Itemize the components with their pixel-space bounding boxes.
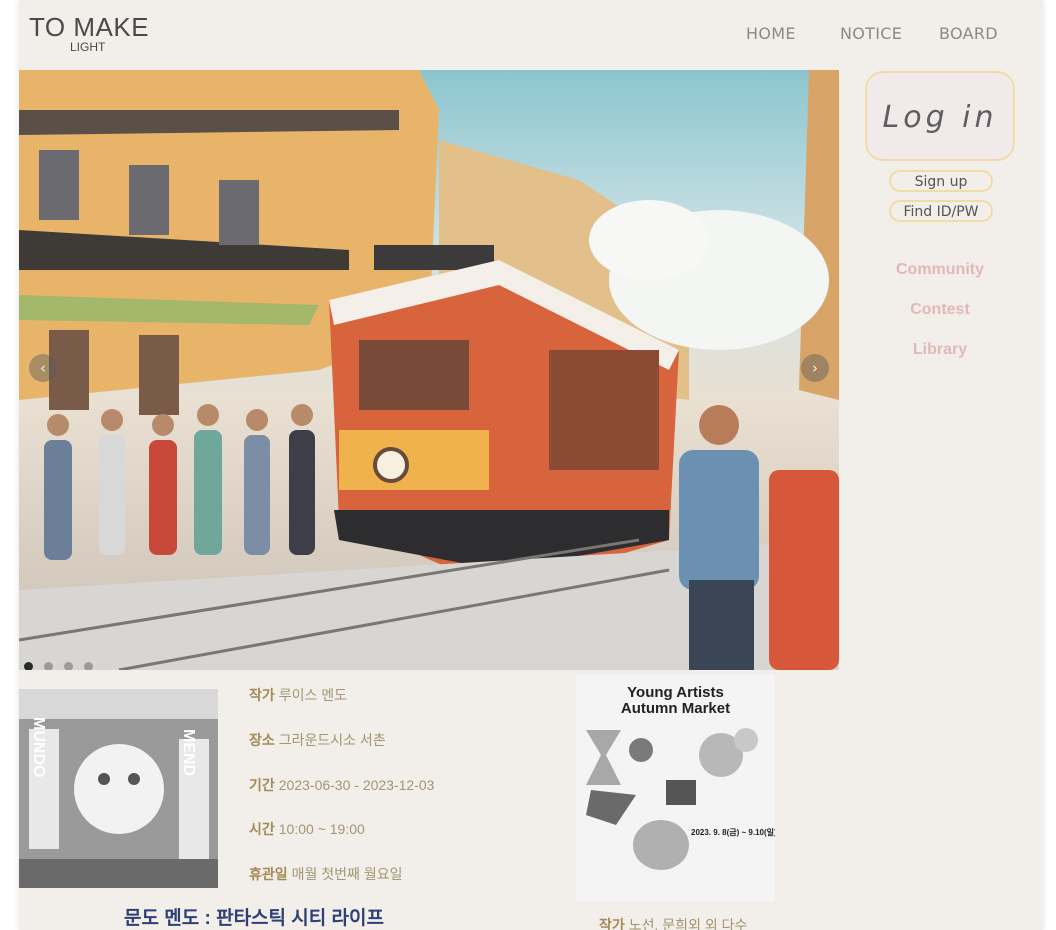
info-value: 2023-06-30 - 2023-12-03 bbox=[278, 777, 435, 793]
chevron-right-icon: › bbox=[812, 359, 818, 377]
exhibition1-artist: 작가 루이스 멘도 bbox=[249, 685, 347, 705]
side-link-library[interactable]: Library bbox=[865, 341, 1015, 359]
info-value: 그라운드시소 서촌 bbox=[278, 732, 386, 748]
find-id-pw-button[interactable]: Find ID/PW bbox=[889, 200, 993, 222]
carousel-dot[interactable] bbox=[84, 662, 93, 670]
poster-shapes bbox=[586, 728, 758, 870]
carousel-dot[interactable] bbox=[64, 662, 73, 670]
carousel-indicators bbox=[24, 658, 104, 670]
exhibition1-venue: 장소 그라운드시소 서촌 bbox=[249, 730, 386, 750]
info-value: 매월 첫번째 월요일 bbox=[291, 866, 403, 882]
poster-text-left: MUNDO bbox=[30, 717, 47, 778]
nav-home[interactable]: HOME bbox=[746, 24, 796, 43]
poster-art bbox=[19, 689, 218, 888]
page: TO MAKE LIGHT HOME NOTICE BOARD ‹ › Log … bbox=[19, 0, 1043, 930]
exhibition1-period: 기간 2023-06-30 - 2023-12-03 bbox=[249, 775, 434, 795]
hero-carousel[interactable]: ‹ › bbox=[19, 70, 839, 670]
info-label: 장소 bbox=[249, 732, 275, 748]
carousel-next-button[interactable]: › bbox=[801, 354, 829, 382]
info-value: 노선, 문희외 외 다수 bbox=[628, 917, 748, 930]
nav-notice[interactable]: NOTICE bbox=[840, 24, 902, 43]
exhibition1-hours: 시간 10:00 ~ 19:00 bbox=[249, 819, 365, 839]
hero-image bbox=[19, 70, 839, 670]
poster-text-right: MEND bbox=[180, 729, 197, 777]
carousel-dot[interactable] bbox=[24, 662, 33, 670]
carousel-prev-button[interactable]: ‹ bbox=[29, 354, 57, 382]
exhibition-poster-young-artists[interactable]: Young Artists Autumn Market 2023. 9. 8(금… bbox=[576, 675, 775, 901]
exhibition2-artist: 작가 노선, 문희외 외 다수 bbox=[599, 915, 747, 930]
info-value: 10:00 ~ 19:00 bbox=[278, 821, 365, 837]
chevron-left-icon: ‹ bbox=[40, 359, 46, 377]
info-label: 작가 bbox=[599, 917, 625, 930]
info-label: 시간 bbox=[249, 821, 275, 837]
exhibition1-title[interactable]: 문도 멘도 : 판타스틱 시티 라이프 bbox=[124, 903, 384, 930]
login-button[interactable]: Log in bbox=[865, 71, 1015, 161]
info-label: 휴관일 bbox=[249, 866, 288, 882]
top-nav: HOME NOTICE BOARD bbox=[19, 24, 1043, 44]
exhibition-poster-mundo[interactable]: MUNDO MEND bbox=[19, 689, 218, 888]
signup-button[interactable]: Sign up bbox=[889, 170, 993, 192]
info-label: 기간 bbox=[249, 777, 275, 793]
info-value: 루이스 멘도 bbox=[278, 687, 348, 703]
side-link-contest[interactable]: Contest bbox=[865, 301, 1015, 319]
exhibition1-closed: 휴관일 매월 첫번째 월요일 bbox=[249, 864, 402, 884]
nav-board[interactable]: BOARD bbox=[939, 24, 998, 43]
side-link-community[interactable]: Community bbox=[865, 261, 1015, 279]
carousel-dot[interactable] bbox=[44, 662, 53, 670]
poster-date: 2023. 9. 8(금) ~ 9.10(일) bbox=[691, 828, 775, 837]
info-label: 작가 bbox=[249, 687, 275, 703]
